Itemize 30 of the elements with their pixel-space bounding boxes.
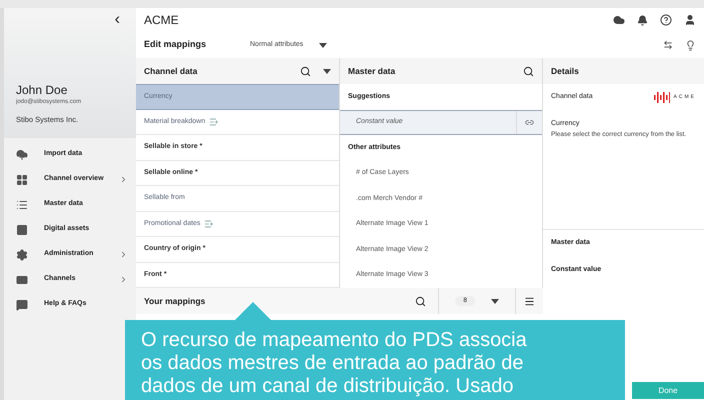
user-icon[interactable] (684, 14, 696, 26)
chat-icon (16, 298, 28, 310)
collapse-button[interactable]: ‹ (114, 12, 124, 28)
chevron-icon (119, 275, 128, 284)
grid-icon (16, 174, 28, 186)
bell-icon[interactable] (637, 14, 648, 26)
logo-bars-icon (654, 92, 670, 103)
search-icon[interactable] (415, 296, 426, 306)
mappings-title: Your mappings (144, 294, 206, 308)
panel-title: Channel data (144, 64, 198, 78)
caret-icon[interactable] (491, 298, 499, 304)
caret-icon[interactable] (319, 42, 328, 48)
link-icon[interactable] (525, 118, 534, 127)
callout-text: O recurso de mapeamento do PDS associa os dados mestres de entrada ao padrão de dados de um canal de distribuição. Usado (141, 329, 528, 398)
menu-icon[interactable] (524, 296, 535, 306)
swap-icon[interactable] (663, 40, 673, 50)
lightbulb-icon[interactable] (685, 40, 696, 50)
panel-title: Details (551, 64, 579, 78)
page-title: Edit mappings (144, 38, 208, 52)
app-title: ACME (144, 12, 180, 29)
panel-title: Master data (348, 64, 396, 78)
chevron-icon (119, 250, 128, 259)
search-icon[interactable] (300, 66, 311, 76)
settings-icon (16, 248, 28, 260)
search-icon[interactable] (523, 66, 534, 76)
help-icon[interactable] (660, 14, 672, 26)
caret-icon[interactable] (323, 68, 331, 74)
user-name: John Doe (16, 82, 68, 98)
cloud-upload-icon (16, 148, 28, 160)
chevron-icon (119, 175, 128, 184)
